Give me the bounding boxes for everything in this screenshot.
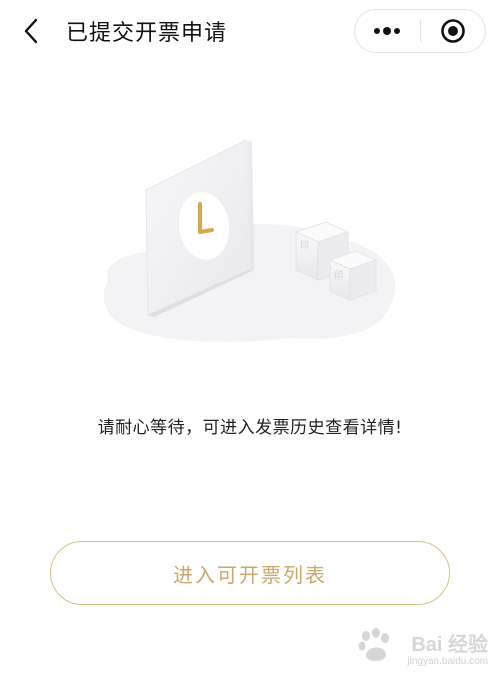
watermark-text: Bai 经验 [411,634,488,656]
back-button[interactable] [14,14,48,48]
more-dots-icon [374,27,401,35]
page-title: 已提交开票申请 [66,21,228,46]
waiting-illustration: 印 印 [90,120,410,360]
paw-logo-icon [358,628,389,662]
watermark-url: jingyan.baidu.com [407,656,488,667]
invoice-list-button[interactable]: 进入可开票列表 [50,541,450,605]
svg-text:印: 印 [300,239,309,251]
navigation-bar: 已提交开票申请 [0,0,500,62]
target-circle-icon [440,19,465,43]
baidu-jingyan-watermark: Bai 经验 jingyan.baidu.com [352,624,492,674]
mini-program-capsule [354,9,486,53]
close-button[interactable] [421,10,486,52]
svg-text:印: 印 [334,269,343,281]
clock-waiting-illustration: 印 印 [103,139,396,342]
chevron-left-icon [24,18,38,44]
more-button[interactable] [355,10,420,52]
waiting-message: 请耐心等待，可进入发票历史查看详情! [97,418,403,438]
